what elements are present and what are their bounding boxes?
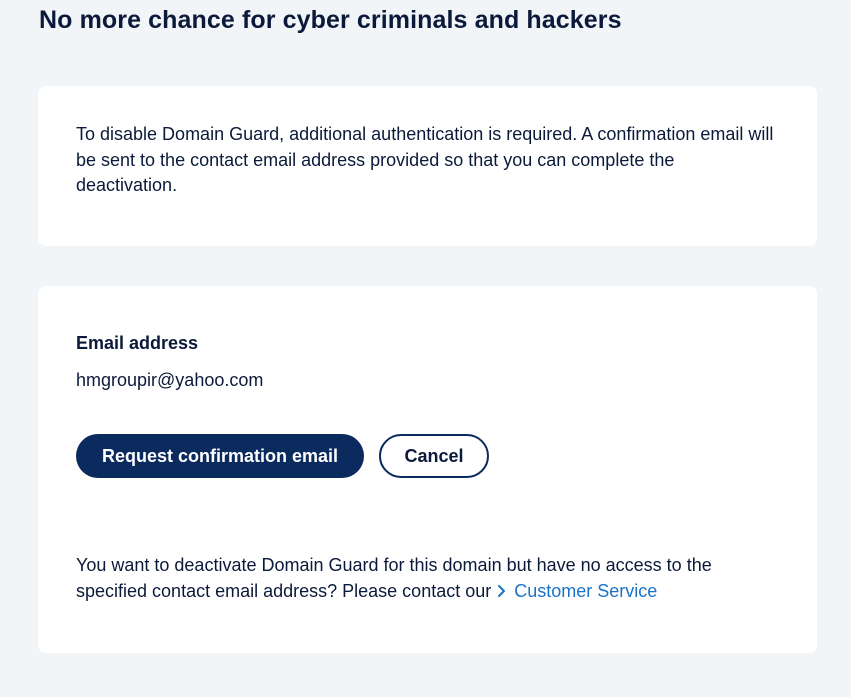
email-value: hmgroupir@yahoo.com — [76, 370, 264, 390]
page-title: No more chance for cyber criminals and h… — [39, 6, 622, 34]
info-text: To disable Domain Guard, additional auth… — [76, 124, 774, 195]
cancel-button[interactable]: Cancel — [379, 434, 489, 478]
chevron-right-icon — [496, 584, 508, 598]
request-confirmation-email-button[interactable]: Request confirmation email — [76, 434, 364, 478]
email-label: Email address — [76, 333, 199, 353]
info-card: To disable Domain Guard, additional auth… — [38, 86, 817, 246]
customer-service-link-label: Customer Service — [514, 580, 658, 601]
customer-service-link[interactable]: Customer Service — [496, 581, 657, 601]
deactivation-form-card: Email address hmgroupir@yahoo.com Reques… — [38, 286, 817, 653]
help-text-paragraph: You want to deactivate Domain Guard for … — [76, 553, 776, 604]
